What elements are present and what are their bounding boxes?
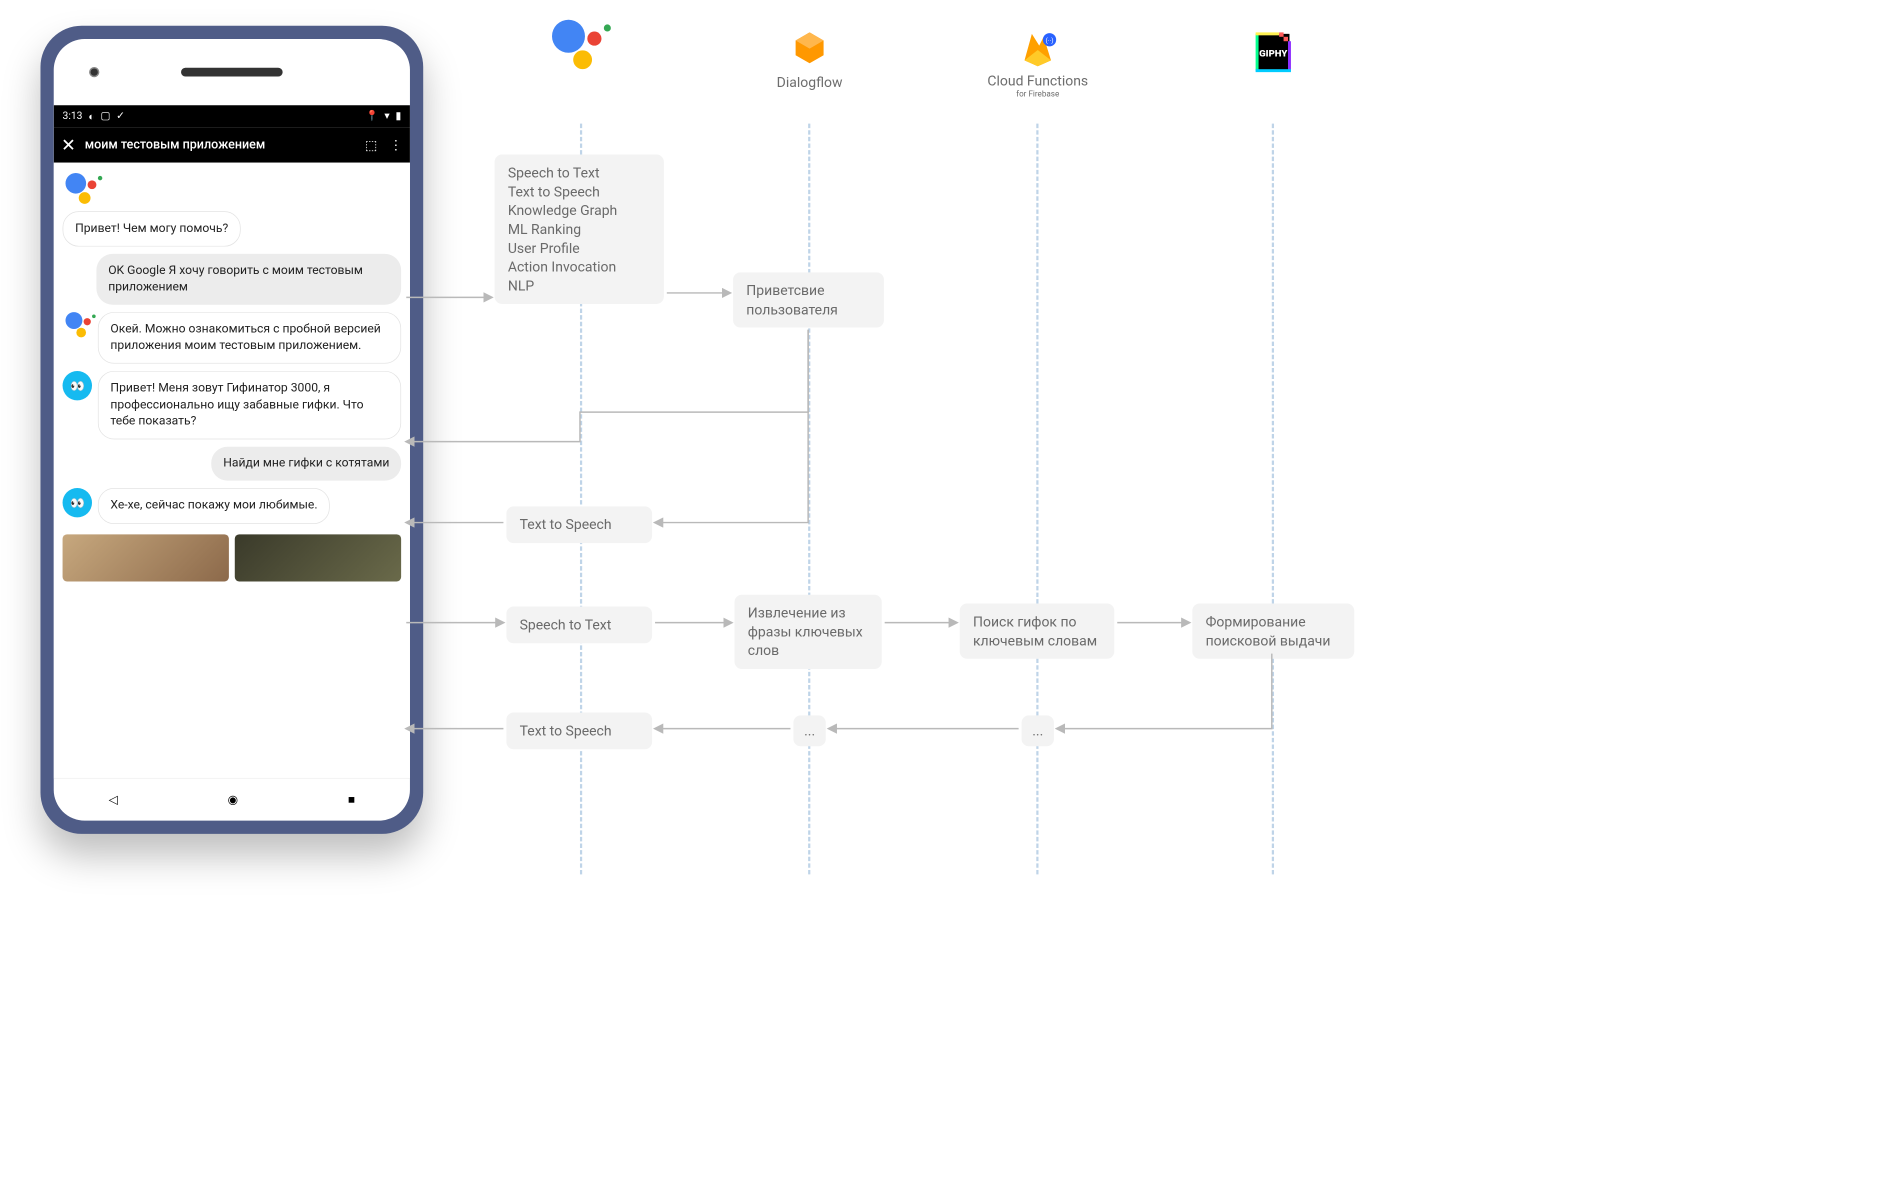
lane-divider [808,124,810,875]
bot-avatar-icon: 👀 [63,488,92,517]
message-bubble: Найди мне гифки с котятами [211,447,401,481]
google-assistant-icon [552,20,611,72]
google-assistant-icon [63,312,92,341]
cap-item: Text to Speech [508,182,651,201]
box-tts-1: Text to Speech [506,506,652,543]
android-navbar: ◁ ◉ ■ [54,778,410,821]
battery-icon: ▮ [395,110,401,122]
column-giphy: GIPHY [1178,29,1369,78]
box-dots: ... [793,715,825,746]
gif-thumbnail[interactable] [63,534,229,581]
close-icon[interactable]: ✕ [61,135,76,156]
phone-mockup: 3:13 ◐ ▢ ✓ 📍 ▾ ▮ ✕ моим тестовым приложе… [40,26,423,834]
cap-item: NLP [508,277,651,296]
cap-item: Action Invocation [508,258,651,277]
phone-bezel-top [54,39,410,105]
recents-icon[interactable]: ■ [348,792,355,807]
column-google-assistant [486,29,677,81]
cast-icon[interactable]: ⬚ [365,137,378,152]
cap-item: ML Ranking [508,220,651,239]
status-icon: ▢ [100,110,110,122]
assistant-message: Окей. Можно ознакомиться с пробной верси… [63,312,402,364]
message-bubble: Привет! Чем могу помочь? [63,211,241,247]
gif-thumbnail[interactable] [235,534,401,581]
box-assistant-capabilities: Speech to Text Text to Speech Knowledge … [495,155,664,305]
gif-results [63,534,402,581]
column-cloud-functions: (··) Cloud Functions for Firebase [942,29,1133,98]
wifi-icon: ▾ [384,110,389,122]
more-icon[interactable]: ⋮ [389,137,402,152]
back-icon[interactable]: ◁ [109,793,118,807]
bot-message: 👀 Привет! Меня зовут Гифинатор 3000, я п… [63,371,402,439]
column-sublabel: for Firebase [942,89,1133,99]
chat-area: Привет! Чем могу помочь? OK Google Я хоч… [54,163,410,778]
lane-divider [1272,124,1274,875]
status-icon: ✓ [116,110,125,122]
home-icon[interactable]: ◉ [228,793,238,807]
message-bubble: Привет! Меня зовут Гифинатор 3000, я про… [98,371,401,439]
bot-message: 👀 Хе-хе, сейчас покажу мои любимые. [63,488,402,524]
svg-text:(··): (··) [1046,37,1054,45]
box-welcome: Приветсвие пользователя [733,272,884,327]
column-dialogflow: Dialogflow [714,29,905,90]
lane-divider [1036,124,1038,875]
status-icon: ◐ [88,110,94,123]
message-bubble: OK Google Я хочу говорить с моим тестовы… [96,254,401,304]
box-stt-1: Speech to Text [506,606,652,643]
firebase-icon: (··) [1017,29,1058,67]
svg-text:GIPHY: GIPHY [1259,49,1288,60]
box-form-results: Формирование поисковой выдачи [1192,604,1354,659]
camera-icon [89,67,99,77]
assistant-message: Привет! Чем могу помочь? [63,211,402,247]
user-message: Найди мне гифки с котятами [63,447,402,481]
box-tts-2: Text to Speech [506,712,652,749]
user-message: OK Google Я хочу говорить с моим тестовы… [63,254,402,304]
status-bar: 3:13 ◐ ▢ ✓ 📍 ▾ ▮ [54,105,410,127]
column-label: Dialogflow [714,74,905,91]
cap-item: User Profile [508,239,651,258]
box-search: Поиск гифок по ключевым словам [960,604,1115,659]
bot-avatar-icon: 👀 [63,371,92,400]
message-bubble: Хе-хе, сейчас покажу мои любимые. [98,488,330,524]
giphy-icon: GIPHY [1245,29,1301,73]
google-assistant-icon [66,173,98,205]
dialogflow-icon [791,29,828,66]
cap-item: Speech to Text [508,163,651,182]
app-bar: ✕ моим тестовым приложением ⬚ ⋮ [54,127,410,162]
appbar-title: моим тестовым приложением [85,138,356,153]
box-extract: Извлечение из фразы ключевых слов [735,595,882,669]
message-bubble: Окей. Можно ознакомиться с пробной верси… [98,312,401,364]
location-icon: 📍 [366,110,379,122]
column-label: Cloud Functions [942,72,1133,89]
cap-item: Knowledge Graph [508,201,651,220]
status-time: 3:13 [63,110,83,122]
speaker-icon [181,68,283,77]
box-dots: ... [1022,715,1054,746]
